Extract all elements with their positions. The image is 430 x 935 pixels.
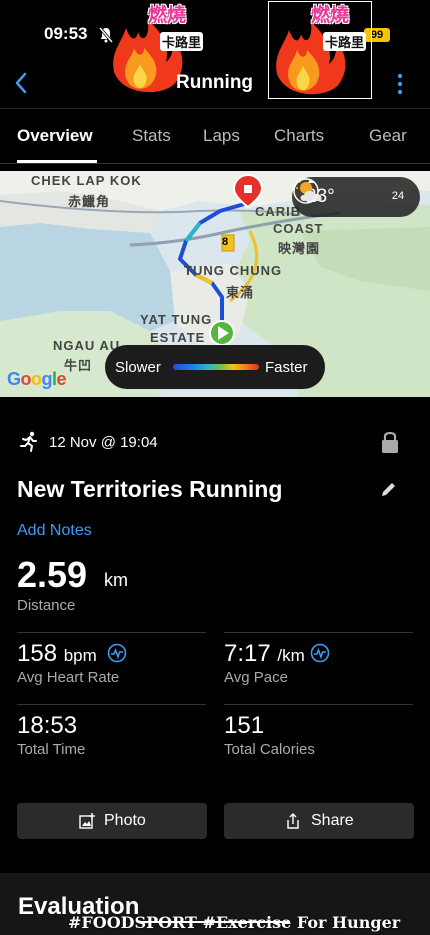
distance-unit: km: [104, 570, 128, 590]
road-number-label: 8: [222, 236, 230, 248]
weather-pill[interactable]: 23° 24: [292, 177, 420, 217]
total-calories-value: 151: [224, 712, 265, 739]
tab-overview[interactable]: Overview: [17, 126, 93, 146]
wind-speed: 24: [391, 190, 405, 202]
activity-title: New Territories Running: [17, 476, 283, 502]
tab-laps[interactable]: Laps: [203, 126, 240, 146]
sticker-subtitle: 卡路里: [160, 32, 204, 51]
activity-date: 12 Nov @ 19:04: [49, 434, 158, 451]
wind-direction-icon: [293, 178, 319, 204]
fire-sticker: 燃燒 卡路里: [268, 1, 372, 99]
map-place-label: ESTATE: [150, 330, 206, 345]
tab-charts[interactable]: Charts: [274, 126, 324, 146]
divider: [17, 704, 206, 705]
pace-monitor-icon[interactable]: [310, 643, 330, 663]
map-place-label: 東涌: [226, 285, 255, 300]
add-photo-icon: [79, 813, 95, 829]
map-place-label: YAT TUNG: [140, 312, 213, 327]
more-options-icon[interactable]: [396, 72, 404, 96]
google-logo-letter: o: [31, 369, 42, 389]
add-photo-label: Photo: [104, 812, 146, 829]
page-title: Running: [176, 72, 254, 93]
sticker-subtitle: 卡路里: [323, 32, 367, 51]
route-map[interactable]: 8 CHEK LAP KOK 赤鱲角 CARIB COAST 映灣園 TUNG …: [0, 171, 430, 397]
legend-faster-label: Faster: [265, 359, 308, 376]
distance-label: Distance: [17, 597, 76, 614]
map-place-label: NGAU AU: [53, 338, 121, 353]
legend-slower-label: Slower: [115, 359, 161, 376]
map-place-label: 牛凹: [64, 358, 93, 373]
divider: [17, 632, 206, 633]
add-photo-button[interactable]: Photo: [17, 803, 207, 839]
status-time: 09:53: [44, 24, 88, 43]
tab-gear[interactable]: Gear: [369, 126, 407, 146]
pace-gradient-bar: [173, 364, 259, 370]
add-notes-link[interactable]: Add Notes: [17, 522, 92, 540]
lock-icon[interactable]: [380, 430, 400, 454]
avg-pace-label: Avg Pace: [224, 669, 288, 686]
back-chevron-icon[interactable]: [12, 70, 32, 96]
share-button[interactable]: Share: [224, 803, 414, 839]
running-person-icon: [20, 431, 37, 452]
map-place-label: 映灣園: [278, 241, 321, 256]
avg-heart-rate-label: Avg Heart Rate: [17, 669, 120, 686]
map-place-label: 赤鱲角: [68, 194, 111, 209]
sticker-title: 燃燒: [148, 5, 187, 26]
google-logo-letter: g: [41, 369, 53, 389]
share-icon: [287, 813, 299, 829]
distance-value: 2.59: [17, 554, 88, 595]
divider: [224, 632, 413, 633]
google-logo-letter: e: [56, 369, 67, 389]
tab-bar: Overview Stats Laps Charts Gear: [0, 108, 430, 164]
avg-heart-rate-unit: bpm: [63, 646, 97, 665]
pencil-edit-icon[interactable]: [380, 480, 398, 498]
map-place-label: CHEK LAP KOK: [31, 173, 142, 188]
tab-stats[interactable]: Stats: [132, 126, 171, 146]
divider: [224, 704, 413, 705]
heart-rate-monitor-icon[interactable]: [107, 643, 127, 663]
avg-pace-value: 7:17 /km: [224, 640, 305, 667]
total-time-value: 18:53: [17, 712, 78, 739]
google-logo-letter: o: [20, 369, 32, 389]
google-logo: Google: [7, 369, 67, 390]
google-logo-letter: G: [7, 369, 21, 389]
pace-legend: Slower Faster: [105, 345, 325, 389]
avg-pace-unit: /km: [277, 646, 305, 665]
share-label: Share: [311, 812, 354, 829]
map-place-label: TUNG CHUNG: [184, 263, 283, 278]
sticker-title: 燃燒: [311, 5, 350, 26]
total-calories-label: Total Calories: [224, 741, 315, 758]
active-tab-indicator: [17, 160, 97, 163]
total-time-label: Total Time: [17, 741, 86, 758]
watermark-strikethrough: [140, 921, 290, 923]
map-place-label: COAST: [273, 221, 324, 236]
avg-heart-rate-value: 158 bpm: [17, 640, 97, 667]
